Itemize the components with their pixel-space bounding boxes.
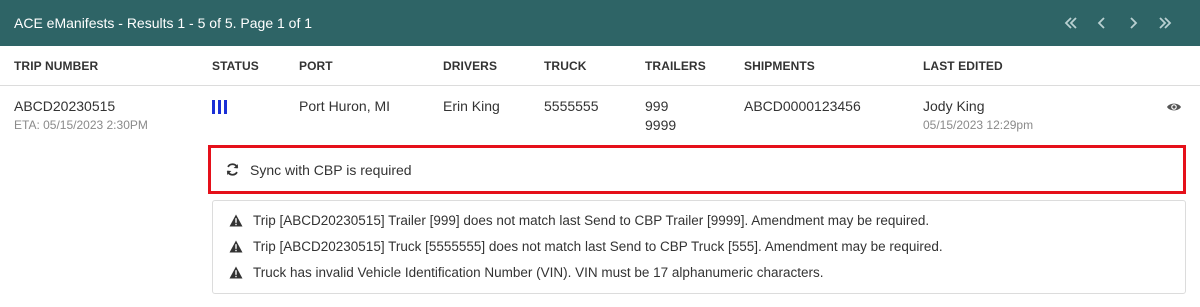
last-page-button[interactable] bbox=[1152, 0, 1178, 46]
double-chevron-right-icon bbox=[1159, 17, 1172, 29]
results-title: ACE eManifests - Results 1 - 5 of 5. Pag… bbox=[14, 15, 313, 31]
status-bars-icon[interactable] bbox=[212, 100, 230, 114]
chevron-right-icon bbox=[1130, 17, 1138, 29]
first-page-button[interactable] bbox=[1058, 0, 1084, 46]
shipment: ABCD0000123456 bbox=[744, 98, 861, 114]
warning-item: Truck has invalid Vehicle Identification… bbox=[229, 265, 824, 280]
column-status[interactable]: STATUS bbox=[212, 59, 259, 73]
column-trailers[interactable]: TRAILERS bbox=[645, 59, 706, 73]
warning-text: Truck has invalid Vehicle Identification… bbox=[253, 265, 824, 280]
warning-item: Trip [ABCD20230515] Trailer [999] does n… bbox=[229, 213, 929, 228]
column-port[interactable]: PORT bbox=[299, 59, 333, 73]
warning-icon bbox=[229, 214, 243, 227]
trip-number[interactable]: ABCD20230515 bbox=[14, 98, 115, 114]
table-row[interactable]: ABCD20230515 ETA: 05/15/2023 2:30PM Port… bbox=[0, 86, 1200, 142]
column-truck[interactable]: TRUCK bbox=[544, 59, 587, 73]
column-drivers[interactable]: DRIVERS bbox=[443, 59, 497, 73]
last-edited-at: 05/15/2023 12:29pm bbox=[923, 118, 1034, 132]
trailer-2: 9999 bbox=[645, 117, 677, 133]
sync-required-notice: Sync with CBP is required bbox=[208, 145, 1186, 194]
warning-icon bbox=[229, 266, 243, 279]
last-edited-by: Jody King bbox=[923, 98, 985, 114]
trip-eta: ETA: 05/15/2023 2:30PM bbox=[14, 118, 148, 132]
warning-text: Trip [ABCD20230515] Trailer [999] does n… bbox=[253, 213, 930, 228]
column-shipments[interactable]: SHIPMENTS bbox=[744, 59, 815, 73]
previous-page-button[interactable] bbox=[1089, 0, 1115, 46]
truck: 5555555 bbox=[544, 98, 599, 114]
eye-icon[interactable] bbox=[1166, 99, 1182, 115]
results-header: ACE eManifests - Results 1 - 5 of 5. Pag… bbox=[0, 0, 1200, 46]
warnings-panel: Trip [ABCD20230515] Trailer [999] does n… bbox=[212, 200, 1186, 294]
warning-text: Trip [ABCD20230515] Truck [5555555] does… bbox=[253, 239, 943, 254]
column-trip-number[interactable]: TRIP NUMBER bbox=[14, 59, 98, 73]
next-page-button[interactable] bbox=[1120, 0, 1146, 46]
table-header: TRIP NUMBER STATUS PORT DRIVERS TRUCK TR… bbox=[0, 46, 1200, 86]
port: Port Huron, MI bbox=[299, 98, 391, 114]
warning-icon bbox=[229, 240, 243, 253]
driver: Erin King bbox=[443, 98, 500, 114]
sync-icon bbox=[226, 163, 239, 176]
chevron-left-icon bbox=[1097, 17, 1105, 29]
warning-item: Trip [ABCD20230515] Truck [5555555] does… bbox=[229, 239, 943, 254]
double-chevron-left-icon bbox=[1064, 17, 1077, 29]
column-last-edited[interactable]: LAST EDITED bbox=[923, 59, 1003, 73]
sync-required-text: Sync with CBP is required bbox=[250, 161, 412, 178]
trailer-1: 999 bbox=[645, 98, 669, 114]
